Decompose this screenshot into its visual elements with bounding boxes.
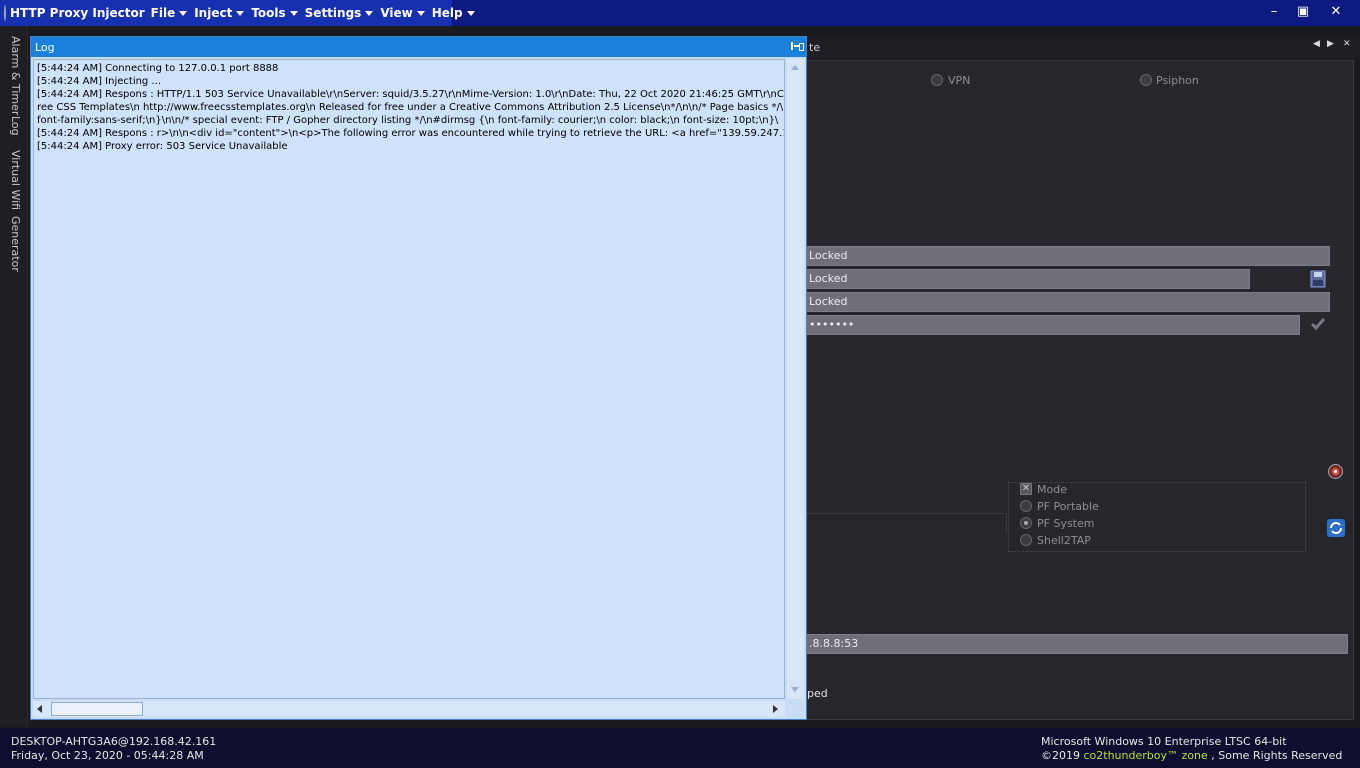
side-tab-virtual-wifi[interactable]: Virtual Wifi	[9, 150, 22, 210]
main-panel	[806, 60, 1354, 720]
menu-bar: HTTP Proxy Injector File Inject Tools Se…	[0, 0, 475, 26]
caret-down-icon	[466, 10, 475, 16]
pf-system-radio[interactable]	[1020, 517, 1032, 529]
side-tab-alarm-timer[interactable]: Alarm & Timer	[9, 36, 22, 115]
horizontal-scroll-thumb[interactable]	[51, 702, 143, 716]
target-icon[interactable]	[1327, 463, 1344, 480]
log-line: ree CSS Templates\n http://www.freecsste…	[37, 102, 785, 113]
refresh-icon[interactable]	[1327, 519, 1345, 537]
menu-tools-label: Tools	[251, 6, 286, 20]
main-panel-title: te	[809, 41, 821, 54]
minimize-button[interactable]: –	[1264, 3, 1284, 21]
copyright-suffix: , Some Rights Reserved	[1207, 749, 1343, 762]
locked-field-3[interactable]: Locked	[806, 292, 1330, 312]
dns-field[interactable]: .8.8.8:53	[806, 634, 1348, 654]
locked-field-2[interactable]: Locked	[806, 269, 1250, 289]
caret-down-icon	[179, 10, 188, 16]
shell2tap-label: Shell2TAP	[1037, 534, 1091, 547]
scroll-left-icon[interactable]	[37, 705, 42, 713]
nav-right-icon[interactable]: ▶	[1327, 39, 1337, 49]
copyright: ©2019 co2thunderboy™ zone , Some Rights …	[1041, 749, 1342, 762]
log-text-area[interactable]: [5:44:24 AM] Connecting to 127.0.0.1 por…	[33, 59, 785, 699]
psiphon-label: Psiphon	[1156, 74, 1199, 87]
date-time: Friday, Oct 23, 2020 - 05:44:28 AM	[11, 749, 204, 762]
side-tab-generator[interactable]: Generator	[9, 216, 22, 272]
log-horizontal-scrollbar[interactable]	[33, 701, 785, 717]
side-tab-log[interactable]: Log	[9, 116, 22, 136]
save-icon[interactable]	[1310, 270, 1326, 288]
caret-down-icon	[236, 10, 245, 16]
locked-field-1[interactable]: Locked	[806, 246, 1330, 266]
caret-down-icon	[365, 10, 374, 16]
menu-tools[interactable]: Tools	[251, 6, 298, 20]
log-line: [5:44:24 AM] Proxy error: 503 Service Un…	[37, 141, 288, 152]
menu-help-label: Help	[431, 6, 463, 20]
pin-icon[interactable]	[791, 42, 804, 51]
host-info: DESKTOP-AHTG3A6@192.168.42.161	[11, 735, 217, 748]
vpn-label: VPN	[948, 74, 971, 87]
log-vertical-scrollbar[interactable]	[787, 59, 804, 699]
menu-inject-label: Inject	[194, 6, 233, 20]
menu-view[interactable]: View	[380, 6, 425, 20]
copyright-prefix: ©2019	[1041, 749, 1084, 762]
vpn-radio[interactable]	[931, 74, 943, 86]
menu-help[interactable]: Help	[432, 6, 475, 20]
os-info: Microsoft Windows 10 Enterprise LTSC 64-…	[1041, 735, 1287, 748]
log-window: Log [5:44:24 AM] Connecting to 127.0.0.1…	[30, 36, 807, 720]
scroll-down-icon[interactable]	[791, 687, 799, 692]
side-tab-strip: Alarm & Timer Log Virtual Wifi Generator	[0, 26, 28, 726]
log-line: [5:44:24 AM] Connecting to 127.0.0.1 por…	[37, 63, 279, 74]
status-bar: DESKTOP-AHTG3A6@192.168.42.161 Friday, O…	[0, 728, 1360, 768]
main-panel-header	[806, 36, 1360, 58]
log-line: [5:44:24 AM] Respons : HTTP/1.1 503 Serv…	[37, 89, 785, 100]
mode-label: Mode	[1037, 483, 1067, 496]
brand-name: co2thunderboy™ zone	[1083, 749, 1208, 762]
checkmark-icon[interactable]	[1310, 316, 1326, 332]
psiphon-radio[interactable]	[1140, 74, 1152, 86]
menu-settings[interactable]: Settings	[305, 6, 374, 20]
app-logo-icon	[4, 5, 6, 21]
status-text-partial: ped	[807, 687, 828, 700]
log-line: font-family:sans-serif;\n}\n\n/* special…	[37, 115, 779, 126]
nav-left-icon[interactable]: ◀	[1313, 39, 1323, 49]
log-line: [5:44:24 AM] Respons : r>\n\n<div id="co…	[37, 128, 785, 139]
menu-view-label: View	[380, 6, 413, 20]
menu-inject[interactable]: Inject	[194, 6, 245, 20]
caret-down-icon	[289, 10, 298, 16]
dotted-separator	[807, 513, 1007, 533]
scroll-up-icon[interactable]	[791, 65, 799, 70]
log-titlebar: Log	[31, 37, 806, 57]
caret-down-icon	[416, 10, 425, 16]
pf-system-label: PF System	[1037, 517, 1095, 530]
log-line: [5:44:24 AM] Injecting ...	[37, 76, 161, 87]
menu-file-label: File	[150, 6, 176, 20]
maximize-button[interactable]: ▣	[1293, 3, 1313, 21]
app-title: HTTP Proxy Injector	[10, 6, 145, 20]
mode-checkbox[interactable]: ✕	[1020, 483, 1032, 495]
shell2tap-radio[interactable]	[1020, 534, 1032, 546]
password-field[interactable]: •••••••	[806, 315, 1300, 335]
close-button[interactable]: ✕	[1326, 3, 1346, 21]
menu-file[interactable]: File	[151, 6, 188, 20]
log-title: Log	[35, 41, 55, 54]
nav-close-icon[interactable]: ✕	[1343, 39, 1353, 49]
pf-portable-radio[interactable]	[1020, 500, 1032, 512]
pf-portable-label: PF Portable	[1037, 500, 1099, 513]
menu-settings-label: Settings	[304, 6, 362, 20]
scroll-right-icon[interactable]	[773, 705, 778, 713]
